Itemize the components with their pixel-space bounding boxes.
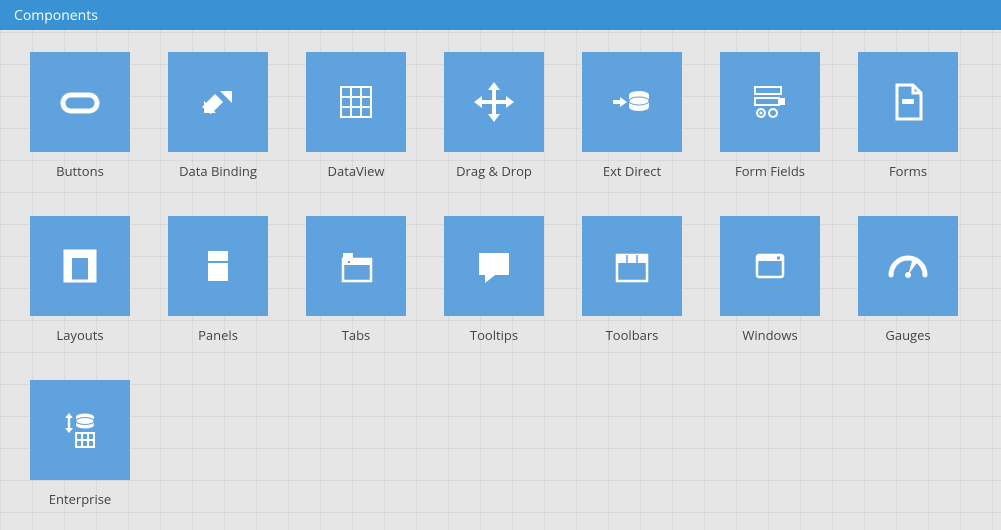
tile-tabs[interactable]: Tabs xyxy=(306,216,406,344)
drag-drop-icon xyxy=(469,77,519,127)
tile-box xyxy=(30,380,130,480)
tile-label: DataView xyxy=(328,162,385,180)
tile-label: Enterprise xyxy=(49,490,112,508)
tile-box xyxy=(444,216,544,316)
tile-data-binding[interactable]: Data Binding xyxy=(168,52,268,180)
tile-enterprise[interactable]: Enterprise xyxy=(30,380,130,508)
tile-buttons[interactable]: Buttons xyxy=(30,52,130,180)
tile-form-fields[interactable]: Form Fields xyxy=(720,52,820,180)
tile-tooltips[interactable]: Tooltips xyxy=(444,216,544,344)
tile-label: Forms xyxy=(889,162,927,180)
tile-box xyxy=(306,52,406,152)
tile-drag-drop[interactable]: Drag & Drop xyxy=(444,52,544,180)
tile-panels[interactable]: Panels xyxy=(168,216,268,344)
tile-box xyxy=(858,216,958,316)
tile-label: Panels xyxy=(198,326,238,344)
enterprise-icon xyxy=(55,405,105,455)
form-fields-icon xyxy=(745,77,795,127)
gauge-icon xyxy=(883,241,933,291)
tile-box xyxy=(30,52,130,152)
ext-direct-icon xyxy=(607,77,657,127)
panels-icon xyxy=(193,241,243,291)
tile-windows[interactable]: Windows xyxy=(720,216,820,344)
tile-label: Form Fields xyxy=(735,162,805,180)
components-header: Components xyxy=(0,0,1001,30)
tile-label: Gauges xyxy=(885,326,930,344)
tile-box xyxy=(858,52,958,152)
tile-box xyxy=(720,216,820,316)
tile-label: Buttons xyxy=(56,162,104,180)
tile-label: Drag & Drop xyxy=(456,162,532,180)
tile-dataview[interactable]: DataView xyxy=(306,52,406,180)
tile-box xyxy=(30,216,130,316)
toolbars-icon xyxy=(607,241,657,291)
tile-label: Toolbars xyxy=(606,326,659,344)
tile-box xyxy=(306,216,406,316)
layouts-icon xyxy=(55,241,105,291)
tile-box xyxy=(720,52,820,152)
tile-label: Layouts xyxy=(56,326,103,344)
tile-box xyxy=(444,52,544,152)
tile-box xyxy=(168,52,268,152)
tile-area: Buttons Data Binding DataView Drag & Dro… xyxy=(0,30,1001,530)
tile-box xyxy=(582,52,682,152)
tile-label: Tabs xyxy=(342,326,371,344)
header-title: Components xyxy=(14,6,98,25)
tile-label: Tooltips xyxy=(470,326,518,344)
tile-label: Ext Direct xyxy=(603,162,661,180)
forms-file-icon xyxy=(883,77,933,127)
tooltip-bubble-icon xyxy=(469,241,519,291)
data-binding-icon xyxy=(193,77,243,127)
tile-box xyxy=(582,216,682,316)
tile-layouts[interactable]: Layouts xyxy=(30,216,130,344)
tabs-icon xyxy=(331,241,381,291)
tile-label: Windows xyxy=(742,326,797,344)
dataview-grid-icon xyxy=(331,77,381,127)
tile-label: Data Binding xyxy=(179,162,257,180)
tile-gauges[interactable]: Gauges xyxy=(858,216,958,344)
tile-box xyxy=(168,216,268,316)
tile-forms[interactable]: Forms xyxy=(858,52,958,180)
button-pill-icon xyxy=(55,77,105,127)
tile-toolbars[interactable]: Toolbars xyxy=(582,216,682,344)
windows-icon xyxy=(745,241,795,291)
tile-ext-direct[interactable]: Ext Direct xyxy=(582,52,682,180)
